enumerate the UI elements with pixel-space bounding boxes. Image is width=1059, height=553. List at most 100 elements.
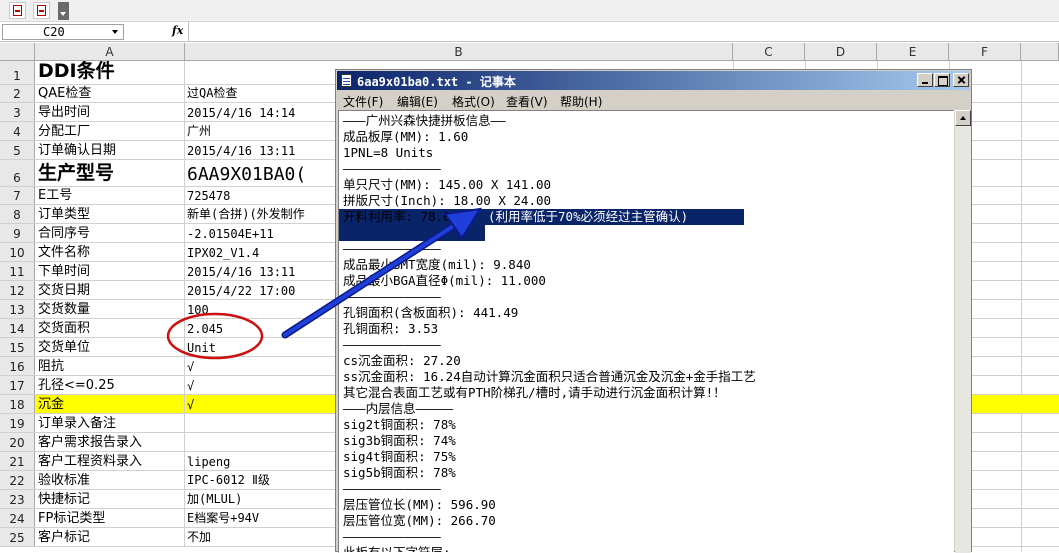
toolbar-options-icon[interactable] (58, 2, 69, 20)
vertical-scrollbar[interactable] (955, 110, 971, 553)
pdf-export-icon[interactable] (9, 2, 26, 19)
minimize-icon[interactable] (917, 73, 933, 87)
row-header[interactable]: 4 (0, 122, 35, 140)
cell-a[interactable]: 孔径<=0.25 (35, 376, 185, 394)
cell-a[interactable]: 文件名称 (35, 243, 185, 261)
row-header[interactable]: 17 (0, 376, 35, 394)
cell-a[interactable]: 订单确认日期 (35, 141, 185, 159)
cell-a[interactable]: 下单时间 (35, 262, 185, 280)
row-header[interactable]: 24 (0, 509, 35, 527)
cell-b[interactable]: 新单(合拼)(外发制作 (185, 205, 335, 223)
row-header[interactable]: 22 (0, 471, 35, 489)
cell-a[interactable]: 交货数量 (35, 300, 185, 318)
column-header-e[interactable]: E (877, 43, 949, 61)
cell-a[interactable]: 客户工程资料录入 (35, 452, 185, 470)
row-header[interactable]: 25 (0, 528, 35, 546)
cell-b[interactable]: 2.045 (185, 319, 335, 337)
close-icon[interactable] (953, 73, 969, 87)
select-all-corner[interactable] (0, 43, 35, 61)
cell-b[interactable]: 2015/4/16 13:11 (185, 141, 335, 159)
cell-a[interactable]: 交货面积 (35, 319, 185, 337)
cell-b[interactable]: 加(MLUL) (185, 490, 335, 508)
cell-a[interactable]: DDI条件 (35, 61, 185, 84)
cell-b[interactable]: 2015/4/22 17:00 (185, 281, 335, 299)
column-header-b[interactable]: B (185, 43, 733, 61)
cell-a[interactable]: 验收标准 (35, 471, 185, 489)
row-header[interactable]: 2 (0, 85, 35, 102)
row-header[interactable]: 9 (0, 224, 35, 242)
cell-a[interactable]: 沉金 (35, 395, 185, 413)
cell-b[interactable]: 过QA检查 (185, 85, 335, 102)
cell-b[interactable]: IPC-6012 Ⅱ级 (185, 471, 335, 489)
cell-a[interactable]: 合同序号 (35, 224, 185, 242)
row-header[interactable]: 23 (0, 490, 35, 508)
menu-view[interactable]: 查看(V) (506, 93, 548, 110)
cell-b[interactable]: lipeng (185, 452, 335, 470)
notepad-text-area[interactable]: ———广州兴森快捷拼板信息—— 成品板厚(MM): 1.60 1PNL=8 Unit… (338, 110, 954, 553)
row-header[interactable]: 5 (0, 141, 35, 159)
cell-b[interactable]: -2.01504E+11 (185, 224, 335, 242)
pdf-settings-icon[interactable] (33, 2, 50, 19)
menu-help[interactable]: 帮助(H) (560, 93, 602, 110)
cell-b[interactable]: E档案号+94V (185, 509, 335, 527)
cell-b[interactable]: Unit (185, 338, 335, 356)
row-header[interactable]: 20 (0, 433, 35, 451)
row-header[interactable]: 10 (0, 243, 35, 261)
column-header-f[interactable]: F (949, 43, 1021, 61)
row-header[interactable]: 16 (0, 357, 35, 375)
row-header[interactable]: 12 (0, 281, 35, 299)
chevron-down-icon[interactable] (112, 30, 118, 34)
row-header[interactable]: 6 (0, 160, 35, 186)
menu-format[interactable]: 格式(O) (452, 93, 495, 110)
column-header-d[interactable]: D (805, 43, 877, 61)
cell-a[interactable]: 客户需求报告录入 (35, 433, 185, 451)
row-header[interactable]: 19 (0, 414, 35, 432)
row-header[interactable]: 18 (0, 395, 35, 413)
row-header[interactable]: 11 (0, 262, 35, 280)
cell-b[interactable] (185, 433, 335, 451)
notepad-window[interactable]: 6aa9x01ba0.txt - 记事本 文件(F) 编辑(E) 格式(O) 查… (335, 69, 972, 553)
cell-b[interactable]: 广州 (185, 122, 335, 140)
cell-a[interactable]: E工号 (35, 187, 185, 204)
menu-file[interactable]: 文件(F) (343, 93, 383, 110)
scroll-up-icon[interactable] (955, 110, 971, 126)
column-header-a[interactable]: A (35, 43, 185, 61)
function-icon[interactable]: fx (172, 24, 183, 37)
cell-a[interactable]: 导出时间 (35, 103, 185, 121)
row-header[interactable]: 14 (0, 319, 35, 337)
row-header[interactable]: 3 (0, 103, 35, 121)
cell-a[interactable]: 阻抗 (35, 357, 185, 375)
cell-a[interactable]: 交货单位 (35, 338, 185, 356)
cell-a[interactable]: 订单类型 (35, 205, 185, 223)
row-header[interactable]: 15 (0, 338, 35, 356)
cell-b[interactable]: √ (185, 357, 335, 375)
cell-b[interactable]: 2015/4/16 13:11 (185, 262, 335, 280)
cell-b[interactable] (185, 61, 335, 84)
cell-b[interactable]: 725478 (185, 187, 335, 204)
cell-b[interactable]: 6AA9X01BA0( (185, 160, 335, 186)
cell-a[interactable]: 交货日期 (35, 281, 185, 299)
cell-b[interactable] (185, 414, 335, 432)
cell-b[interactable]: 100 (185, 300, 335, 318)
row-header[interactable]: 21 (0, 452, 35, 470)
row-header[interactable]: 8 (0, 205, 35, 223)
cell-a[interactable]: 订单录入备注 (35, 414, 185, 432)
row-header[interactable]: 13 (0, 300, 35, 318)
cell-b[interactable]: IPX02_V1.4 (185, 243, 335, 261)
menu-edit[interactable]: 编辑(E) (397, 93, 438, 110)
cell-a[interactable]: FP标记类型 (35, 509, 185, 527)
cell-a[interactable]: 分配工厂 (35, 122, 185, 140)
cell-a[interactable]: 快捷标记 (35, 490, 185, 508)
column-header-g[interactable] (1021, 43, 1059, 61)
cell-b[interactable]: √ (185, 376, 335, 394)
row-header[interactable]: 7 (0, 187, 35, 204)
notepad-titlebar[interactable]: 6aa9x01ba0.txt - 记事本 (337, 71, 970, 90)
cell-a[interactable]: QAE检查 (35, 85, 185, 102)
row-header[interactable]: 1 (0, 61, 35, 84)
cell-a[interactable]: 生产型号 (35, 160, 185, 186)
column-header-c[interactable]: C (733, 43, 805, 61)
cell-b[interactable]: √ (185, 395, 335, 413)
cell-b[interactable]: 不加 (185, 528, 335, 546)
maximize-icon[interactable] (934, 73, 950, 87)
cell-a[interactable]: 客户标记 (35, 528, 185, 546)
